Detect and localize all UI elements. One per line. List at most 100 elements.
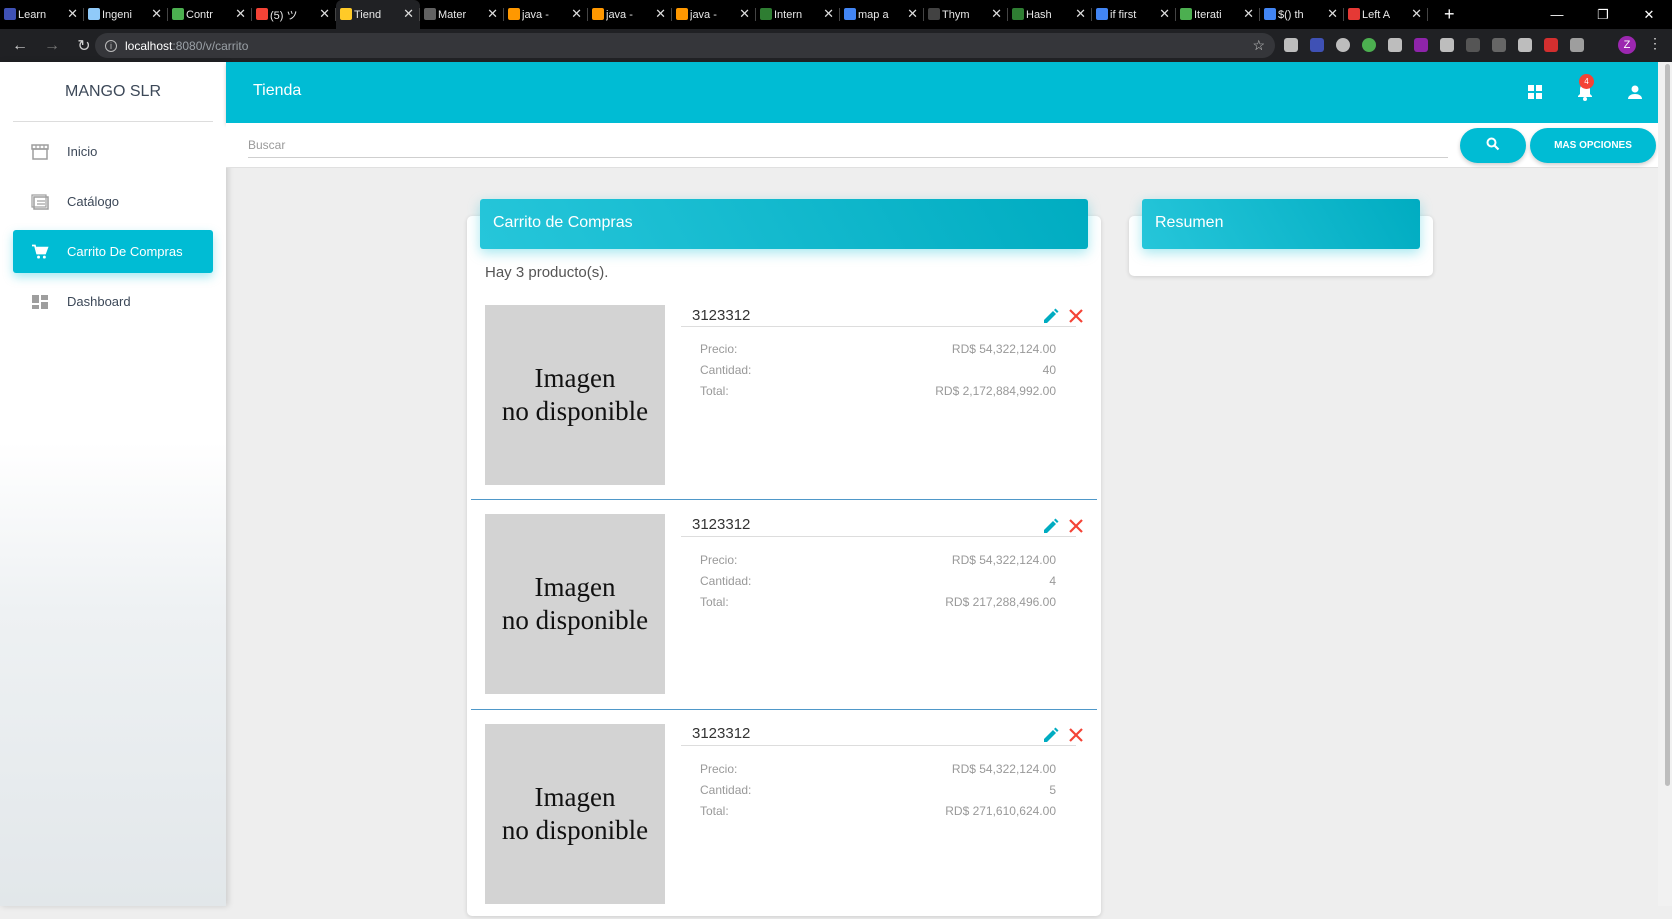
- browser-tab[interactable]: java - ✕: [588, 0, 672, 29]
- extension-icon[interactable]: [1284, 38, 1298, 52]
- tab-close-icon[interactable]: ✕: [739, 6, 750, 22]
- browser-tab[interactable]: Hash ✕: [1008, 0, 1092, 29]
- browser-tab[interactable]: if first ✕: [1092, 0, 1176, 29]
- delete-icon[interactable]: [1067, 307, 1085, 325]
- quantity-value: 4: [1049, 574, 1056, 588]
- window-close-icon[interactable]: ✕: [1626, 7, 1672, 23]
- reload-icon[interactable]: ↻: [72, 36, 96, 56]
- tab-close-icon[interactable]: ✕: [1411, 6, 1422, 22]
- search-input[interactable]: [248, 132, 1448, 158]
- extension-icon[interactable]: [1388, 38, 1402, 52]
- tab-title: java -: [606, 8, 633, 21]
- apps-grid-icon[interactable]: [1525, 82, 1545, 102]
- tab-close-icon[interactable]: ✕: [151, 6, 162, 22]
- tab-close-icon[interactable]: ✕: [991, 6, 1002, 22]
- site-info-icon[interactable]: i: [105, 39, 117, 52]
- extension-icon[interactable]: [1362, 38, 1376, 52]
- extension-icon[interactable]: [1440, 38, 1454, 52]
- tab-favicon-icon: [172, 8, 184, 20]
- tab-close-icon[interactable]: ✕: [571, 6, 582, 22]
- tab-close-icon[interactable]: ✕: [655, 6, 666, 22]
- extension-icon[interactable]: [1414, 38, 1428, 52]
- page-title[interactable]: Tienda: [253, 82, 301, 100]
- tab-title: Tiend: [354, 8, 382, 21]
- placeholder-text-line2: no disponible: [501, 815, 649, 845]
- quantity-label: Cantidad:: [700, 574, 752, 588]
- forward-icon[interactable]: →: [40, 37, 64, 55]
- tab-close-icon[interactable]: ✕: [1243, 6, 1254, 22]
- tab-close-icon[interactable]: ✕: [1075, 6, 1086, 22]
- brand-logo[interactable]: MANGO SLR: [13, 62, 213, 122]
- url-input[interactable]: i localhost:8080/v/carrito ☆: [95, 33, 1275, 58]
- bookmark-star-icon[interactable]: ☆: [1252, 37, 1265, 54]
- browser-tab[interactable]: Left A ✕: [1344, 0, 1428, 29]
- browser-tab[interactable]: Intern ✕: [756, 0, 840, 29]
- quantity-row: Cantidad: 5: [700, 783, 1056, 797]
- user-icon[interactable]: [1625, 82, 1645, 102]
- notification-badge: 4: [1579, 74, 1594, 89]
- new-tab-icon[interactable]: +: [1444, 4, 1455, 25]
- browser-tab[interactable]: java - ✕: [672, 0, 756, 29]
- browser-tab[interactable]: Mater ✕: [420, 0, 504, 29]
- sidebar-item-label: Catálogo: [67, 194, 120, 209]
- extension-icon[interactable]: [1544, 38, 1558, 52]
- tab-close-icon[interactable]: ✕: [823, 6, 834, 22]
- tab-title: Hash: [1026, 8, 1052, 21]
- tab-title: Intern: [774, 8, 803, 21]
- browser-tab[interactable]: $() th ✕: [1260, 0, 1344, 29]
- back-icon[interactable]: ←: [8, 37, 32, 55]
- tab-close-icon[interactable]: ✕: [907, 6, 918, 22]
- extensions-area: [1284, 38, 1584, 52]
- search-button[interactable]: [1460, 128, 1526, 163]
- placeholder-text-line2: no disponible: [501, 605, 649, 635]
- window-controls: — ❐ ✕: [1534, 0, 1672, 29]
- tab-favicon-icon: [676, 8, 688, 20]
- delete-icon[interactable]: [1067, 517, 1085, 535]
- more-options-button[interactable]: MAS OPCIONES: [1530, 128, 1656, 163]
- tab-close-icon[interactable]: ✕: [1327, 6, 1338, 22]
- tab-close-icon[interactable]: ✕: [235, 6, 246, 22]
- extension-icon[interactable]: [1336, 38, 1350, 52]
- browser-tab[interactable]: (5) ツ ✕: [252, 0, 336, 29]
- tab-close-icon[interactable]: ✕: [319, 6, 330, 22]
- browser-tab[interactable]: Contr ✕: [168, 0, 252, 29]
- extension-icon[interactable]: [1518, 38, 1532, 52]
- window-minimize-icon[interactable]: —: [1534, 7, 1580, 22]
- tab-close-icon[interactable]: ✕: [67, 6, 78, 22]
- item-separator: [471, 499, 1097, 500]
- extension-icon[interactable]: [1310, 38, 1324, 52]
- browser-menu-icon[interactable]: ⋮: [1648, 35, 1662, 52]
- browser-tab[interactable]: Tiend ✕: [336, 0, 420, 29]
- divider: [681, 326, 1076, 327]
- tab-close-icon[interactable]: ✕: [403, 6, 414, 22]
- browser-tab[interactable]: Learn ✕: [0, 0, 84, 29]
- extension-icon[interactable]: [1492, 38, 1506, 52]
- sidebar-item-dashboard[interactable]: Dashboard: [13, 280, 213, 323]
- window-restore-icon[interactable]: ❐: [1580, 7, 1626, 23]
- profile-avatar[interactable]: Z: [1618, 36, 1636, 54]
- scrollbar-thumb[interactable]: [1665, 64, 1670, 786]
- summary-card-header: Resumen: [1142, 199, 1420, 249]
- browser-tab[interactable]: java - ✕: [504, 0, 588, 29]
- browser-tab[interactable]: Ingeni ✕: [84, 0, 168, 29]
- puzzle-icon[interactable]: [1570, 38, 1584, 52]
- edit-icon[interactable]: [1042, 517, 1060, 535]
- delete-icon[interactable]: [1067, 726, 1085, 744]
- tab-close-icon[interactable]: ✕: [487, 6, 498, 22]
- sidebar-item-carrito[interactable]: Carrito De Compras: [13, 230, 213, 273]
- product-image-placeholder: Imagen no disponible: [485, 514, 665, 694]
- cart-card-header: Carrito de Compras: [480, 199, 1088, 249]
- total-row: Total: RD$ 217,288,496.00: [700, 595, 1056, 609]
- divider: [681, 536, 1076, 537]
- sidebar-item-catalogo[interactable]: Catálogo: [13, 180, 213, 223]
- browser-tab[interactable]: Thym ✕: [924, 0, 1008, 29]
- sidebar-item-inicio[interactable]: Inicio: [13, 130, 213, 173]
- product-image-placeholder: Imagen no disponible: [485, 305, 665, 485]
- browser-tab[interactable]: Iterati ✕: [1176, 0, 1260, 29]
- tab-close-icon[interactable]: ✕: [1159, 6, 1170, 22]
- extension-icon[interactable]: [1466, 38, 1480, 52]
- quantity-value: 5: [1049, 783, 1056, 797]
- edit-icon[interactable]: [1042, 726, 1060, 744]
- edit-icon[interactable]: [1042, 307, 1060, 325]
- browser-tab[interactable]: map a ✕: [840, 0, 924, 29]
